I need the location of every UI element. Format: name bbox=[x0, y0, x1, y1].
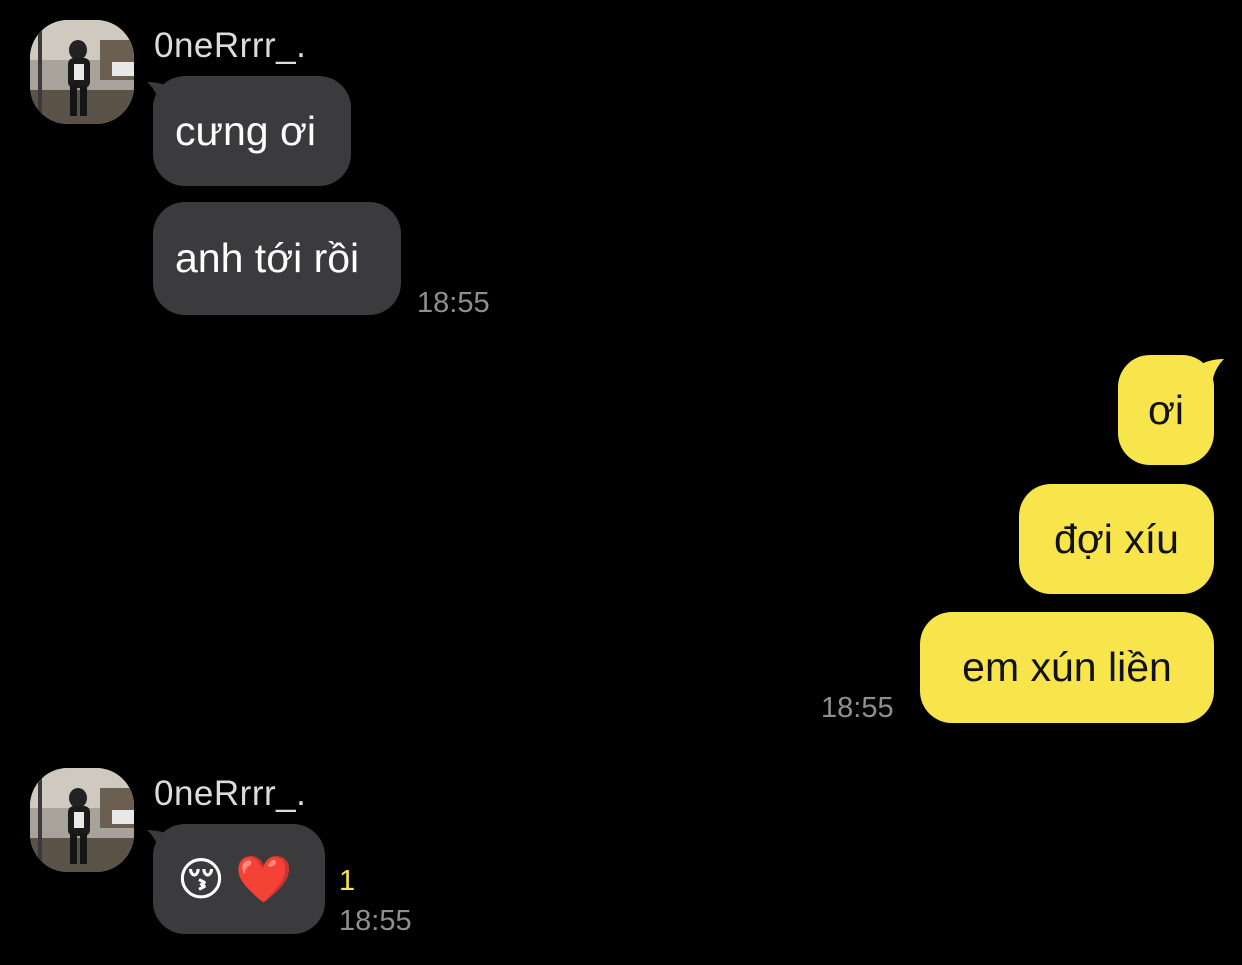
outgoing-message-bubble[interactable]: đợi xíu bbox=[1019, 484, 1214, 594]
unread-count: 1 bbox=[339, 865, 356, 897]
message-timestamp: 18:55 bbox=[417, 287, 490, 319]
incoming-message-bubble[interactable]: cưng ơi bbox=[153, 76, 351, 186]
outgoing-message-bubble[interactable]: em xún liền bbox=[920, 612, 1214, 723]
sender-avatar[interactable] bbox=[30, 20, 134, 124]
emoji-message: 😚❤️ bbox=[177, 852, 303, 906]
sender-name: 0neRrrr_. bbox=[154, 774, 307, 813]
incoming-emoji-bubble[interactable]: 😚❤️ bbox=[153, 824, 325, 934]
profile-photo-icon bbox=[30, 768, 134, 872]
message-text: cưng ơi bbox=[175, 107, 316, 154]
sender-name: 0neRrrr_. bbox=[154, 26, 307, 65]
message-timestamp: 18:55 bbox=[339, 905, 412, 937]
message-text: đợi xíu bbox=[1054, 515, 1179, 562]
message-timestamp: 18:55 bbox=[821, 692, 894, 724]
sender-avatar[interactable] bbox=[30, 768, 134, 872]
message-text: anh tới rồi bbox=[175, 235, 360, 281]
outgoing-message-bubble[interactable]: ơi bbox=[1118, 355, 1214, 465]
incoming-message-bubble[interactable]: anh tới rồi bbox=[153, 202, 401, 315]
message-text: ơi bbox=[1148, 386, 1184, 433]
profile-photo-icon bbox=[30, 20, 134, 124]
message-text: em xún liền bbox=[962, 644, 1172, 690]
